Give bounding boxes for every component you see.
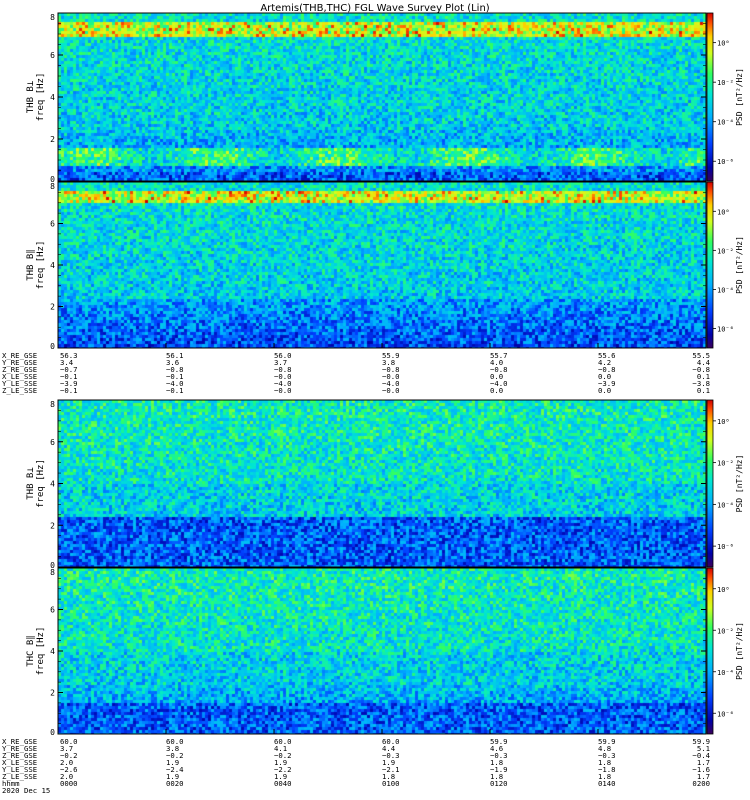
y-tick-label: 2 (50, 303, 55, 312)
colorbar-label: PSD [nT²/Hz] (735, 455, 744, 513)
colorbar-p1 (706, 12, 714, 182)
panel-ylabel: freq [Hz] (36, 241, 46, 290)
colorbar-tick-label: 10⁻⁴ (717, 669, 734, 677)
spectrogram-image-p2 (58, 182, 706, 348)
colorbar-tick-label: 10⁻⁴ (717, 501, 734, 509)
colorbar-tick-label: 10⁻⁶ (717, 325, 734, 333)
panel-ylabel: freq [Hz] (36, 459, 46, 508)
colorbar-label: PSD [nT²/Hz] (735, 236, 744, 294)
y-tick-label: 6 (50, 51, 55, 60)
colorbar-tick-label: 10⁻⁴ (717, 119, 734, 127)
colorbar-tick-label: 10⁰ (717, 40, 730, 48)
colorbar-p4 (706, 567, 714, 735)
ephemeris-value: 0040 (274, 779, 292, 788)
y-tick-label: 6 (50, 220, 55, 229)
colorbar-tick-label: 10⁻² (717, 79, 734, 87)
panel-ylabel: freq [Hz] (36, 627, 46, 676)
colorbar-p3 (706, 399, 714, 568)
y-tick-label: 4 (50, 647, 55, 656)
ephemeris-value: −0.1 (166, 386, 184, 395)
ephemeris-date: 2020 Dec 15 (2, 786, 50, 795)
panel-ylabel-top: THB B∥ (26, 249, 36, 281)
y-tick-label: 4 (50, 261, 55, 270)
y-tick-label: 2 (50, 521, 55, 530)
ephemeris-value: −0.0 (382, 386, 400, 395)
colorbar-tick-label: 10⁰ (717, 418, 730, 426)
ephemeris-value: 0.0 (598, 386, 611, 395)
ephemeris-value: −0.0 (274, 386, 292, 395)
panel-ylabel-top: THC B∥ (26, 635, 36, 667)
ephemeris-value: 0.0 (490, 386, 503, 395)
panel-p1: 02468THB B⊥ freq [Hz]10⁰10⁻²10⁻⁴10⁻⁶PSD [… (26, 12, 744, 184)
ephemeris-value: 0000 (60, 779, 78, 788)
figure-title: Artemis(THB,THC) FGL Wave Survey Plot (L… (260, 3, 489, 14)
ephemeris-block-1: X_RE_GSE 60.0 60.0 60.0 60.0 59.9 59.9 59.9Y_RE… (2, 729, 711, 795)
colorbar-tick-label: 10⁻⁶ (717, 710, 734, 718)
y-tick-label: 2 (50, 135, 55, 144)
panel-ylabel: freq [Hz] (36, 73, 46, 122)
y-tick-label: 8 (50, 568, 55, 577)
panel-ylabel-top: THB B⊥ (26, 80, 36, 113)
colorbar-p2 (706, 181, 714, 349)
colorbar-tick-label: 10⁻⁶ (717, 158, 734, 166)
ephemeris-value: 0.1 (697, 386, 710, 395)
panel-p4: 0 2 4 6 8 THC B∥ freq [Hz] 10⁰ 10⁻² 10⁻⁴ 10⁻⁶ PSD [… (26, 567, 744, 737)
wave-survey-figure: Artemis(THB,THC) FGL Wave Survey Plot (L… (2, 3, 744, 795)
colorbar-tick-label: 10⁻² (717, 460, 734, 468)
y-tick-label: 0 (50, 728, 55, 737)
panel-p3: 02468THB B⊥ freq [Hz]10⁰10⁻²10⁻⁴10⁻⁶PSD [… (26, 399, 744, 570)
colorbar-tick-label: 10⁻⁶ (717, 543, 734, 551)
panel-ylabel-top: THB B⊥ (26, 467, 36, 500)
ephemeris-value: 0120 (490, 779, 508, 788)
y-tick-label: 4 (50, 480, 55, 489)
spectrogram-image-p1 (58, 13, 706, 181)
colorbar-tick-label: 10⁻² (717, 247, 734, 255)
ephemeris-value: 0140 (598, 779, 616, 788)
colorbar-tick-label: 10⁰ (717, 208, 730, 216)
y-tick-label: 8 (50, 400, 55, 409)
ephemeris-value: 0100 (382, 779, 400, 788)
y-tick-label: 6 (50, 606, 55, 615)
ephemeris-value: 0020 (166, 779, 184, 788)
spectrogram-image-p3 (58, 400, 706, 567)
y-tick-label: 6 (50, 438, 55, 447)
y-tick-label: 8 (50, 182, 55, 191)
ephemeris-row-label: Z_LE_SSE (2, 386, 37, 395)
colorbar-label: PSD [nT²/Hz] (735, 622, 744, 680)
y-tick-label: 0 (50, 342, 55, 351)
spectrogram-image-p4 (58, 568, 706, 734)
y-tick-label: 2 (50, 689, 55, 698)
ephemeris-value: −0.1 (60, 386, 78, 395)
panel-p2: 0 2 4 6 8 THB B∥ freq [Hz] 10⁰ 10⁻² 10⁻⁴ 10⁻⁶ PSD [… (26, 181, 744, 351)
ephemeris-value: 0200 (692, 779, 710, 788)
y-tick-label: 8 (50, 13, 55, 22)
colorbar-tick-label: 10⁰ (717, 586, 730, 594)
colorbar-tick-label: 10⁻⁴ (717, 286, 734, 294)
y-tick-label: 4 (50, 93, 55, 102)
colorbar-label: PSD [nT²/Hz] (735, 68, 744, 126)
colorbar-tick-label: 10⁻² (717, 627, 734, 635)
ephemeris-block-0: X_RE_GSE 56.3 56.1 56.0 55.9 55.7 55.6 55.5Y_RE… (2, 343, 711, 395)
